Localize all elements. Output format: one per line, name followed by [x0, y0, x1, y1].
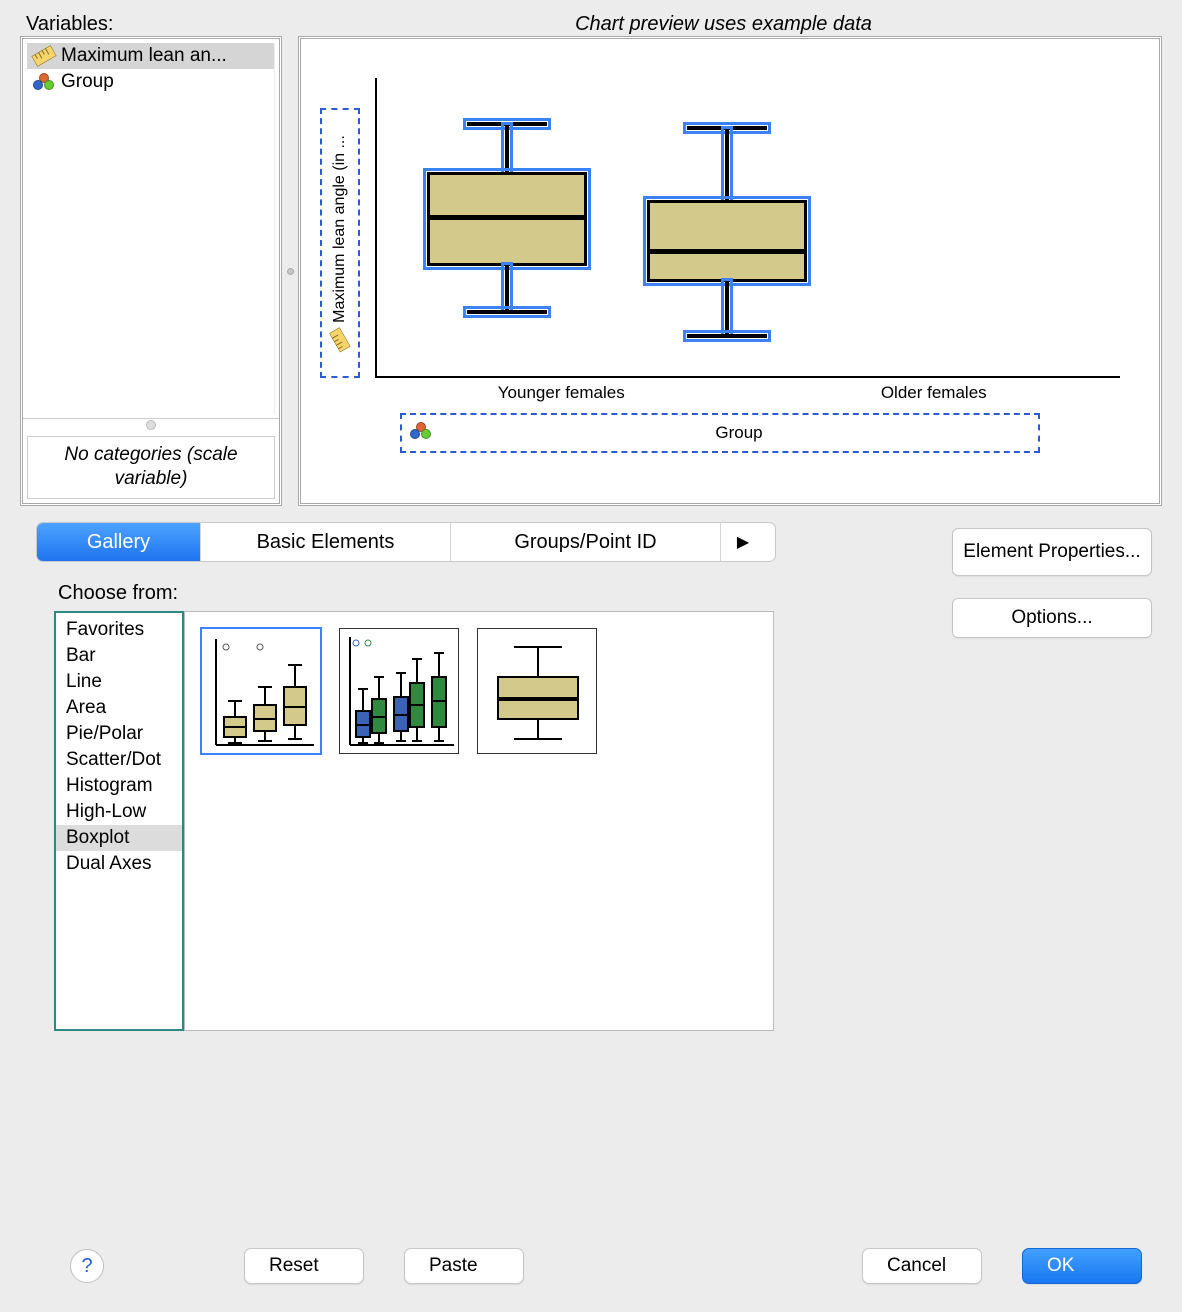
- x-axis-drop-zone[interactable]: Group: [400, 413, 1040, 453]
- thumb-1d-boxplot[interactable]: [477, 628, 597, 754]
- tab-groups-point-id[interactable]: Groups/Point ID: [451, 523, 721, 561]
- variables-label: Variables:: [20, 13, 285, 36]
- nominal-icon: [410, 422, 432, 440]
- type-item-scatter-dot[interactable]: Scatter/Dot: [56, 747, 182, 773]
- gallery-thumbnails: [184, 611, 774, 1031]
- x-category-labels: Younger females Older females: [375, 383, 1120, 403]
- nominal-icon: [33, 73, 55, 91]
- choose-from-label: Choose from:: [58, 582, 922, 605]
- tab-basic-elements[interactable]: Basic Elements: [201, 523, 451, 561]
- type-item-histogram[interactable]: Histogram: [56, 773, 182, 799]
- boxplot-area[interactable]: [375, 78, 1120, 378]
- thumb-simple-boxplot[interactable]: [201, 628, 321, 754]
- y-axis-label: Maximum lean angle (in ...: [331, 135, 349, 323]
- ruler-icon: [31, 45, 56, 66]
- paste-button[interactable]: Paste: [404, 1248, 524, 1284]
- preview-header-label: Chart preview uses example data: [285, 13, 1162, 36]
- variable-item[interactable]: Group: [27, 69, 274, 95]
- x-category-label: Older females: [748, 383, 1121, 403]
- list-resize-handle[interactable]: [23, 418, 279, 432]
- type-item-high-low[interactable]: High-Low: [56, 799, 182, 825]
- tab-overflow-arrow[interactable]: ▶: [721, 523, 765, 561]
- ok-button[interactable]: OK: [1022, 1248, 1142, 1284]
- type-item-dual-axes[interactable]: Dual Axes: [56, 851, 182, 877]
- chart-canvas[interactable]: Maximum lean angle (in ...: [320, 78, 1140, 464]
- cancel-button[interactable]: Cancel: [862, 1248, 982, 1284]
- panel-splitter[interactable]: [282, 36, 298, 506]
- type-item-line[interactable]: Line: [56, 669, 182, 695]
- help-button[interactable]: ?: [70, 1249, 104, 1283]
- type-item-boxplot[interactable]: Boxplot: [56, 825, 182, 851]
- y-axis-drop-zone[interactable]: Maximum lean angle (in ...: [320, 108, 360, 378]
- tab-gallery[interactable]: Gallery: [37, 523, 201, 561]
- variable-item-label: Maximum lean an...: [61, 45, 227, 67]
- gallery-container: Favorites Bar Line Area Pie/Polar Scatte…: [54, 611, 774, 1031]
- thumb-clustered-boxplot[interactable]: [339, 628, 459, 754]
- type-item-area[interactable]: Area: [56, 695, 182, 721]
- variable-item-label: Group: [61, 71, 114, 93]
- no-categories-label: No categories (scale variable): [27, 436, 275, 499]
- type-item-pie-polar[interactable]: Pie/Polar: [56, 721, 182, 747]
- variables-panel: Maximum lean an... Group No categories (…: [20, 36, 282, 506]
- element-properties-button[interactable]: Element Properties...: [952, 528, 1152, 576]
- variable-item[interactable]: Maximum lean an...: [27, 43, 274, 69]
- options-button[interactable]: Options...: [952, 598, 1152, 638]
- chart-preview-panel: Maximum lean angle (in ...: [298, 36, 1162, 506]
- x-category-label: Younger females: [375, 383, 748, 403]
- chart-type-list[interactable]: Favorites Bar Line Area Pie/Polar Scatte…: [54, 611, 184, 1031]
- ruler-icon: [329, 327, 350, 352]
- reset-button[interactable]: Reset: [244, 1248, 364, 1284]
- variables-list[interactable]: Maximum lean an... Group: [27, 43, 275, 414]
- type-item-bar[interactable]: Bar: [56, 643, 182, 669]
- tab-bar: Gallery Basic Elements Groups/Point ID ▶: [36, 522, 776, 562]
- x-axis-label: Group: [440, 423, 1038, 443]
- type-item-favorites[interactable]: Favorites: [56, 617, 182, 643]
